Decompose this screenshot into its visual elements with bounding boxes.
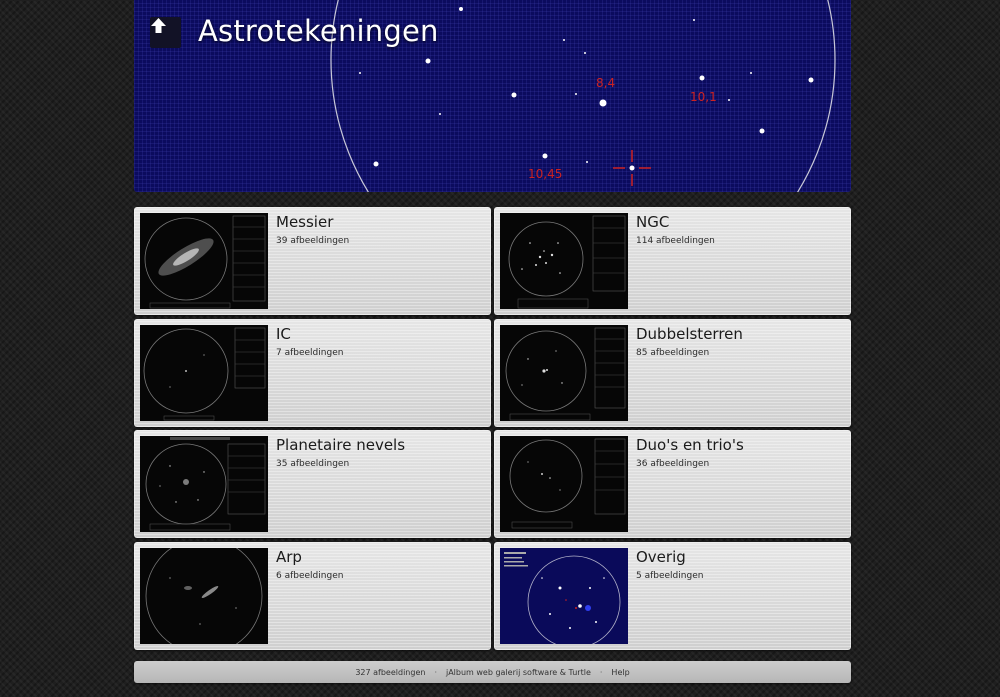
album-card-ngc[interactable]: NGC 114 afbeeldingen: [494, 207, 851, 315]
album-thumbnail[interactable]: [140, 325, 268, 421]
album-card-arp[interactable]: Arp 6 afbeeldingen: [134, 542, 491, 650]
album-count: 5 afbeeldingen: [636, 571, 704, 581]
album-thumbnail[interactable]: [500, 213, 628, 309]
footer-credit-link[interactable]: jAlbum web galerij software & Turtle: [446, 668, 591, 677]
album-card-messier[interactable]: Messier 39 afbeeldingen: [134, 207, 491, 315]
album-thumbnail[interactable]: [500, 548, 628, 644]
album-card-overig[interactable]: Overig 5 afbeeldingen: [494, 542, 851, 650]
album-count: 39 afbeeldingen: [276, 236, 350, 246]
footer-separator: ·: [434, 667, 437, 677]
chart-label-magnitude: 10,1: [690, 90, 717, 104]
album-card-planetaire-nevels[interactable]: Planetaire nevels 35 afbeeldingen: [134, 430, 491, 538]
album-thumbnail[interactable]: [500, 436, 628, 532]
album-title[interactable]: Overig: [636, 548, 686, 566]
album-title[interactable]: Duo's en trio's: [636, 436, 744, 454]
album-count: 7 afbeeldingen: [276, 348, 344, 358]
album-count: 114 afbeeldingen: [636, 236, 715, 246]
album-title[interactable]: Planetaire nevels: [276, 436, 405, 454]
album-count: 6 afbeeldingen: [276, 571, 344, 581]
album-title[interactable]: Arp: [276, 548, 302, 566]
footer-total: 327 afbeeldingen: [355, 667, 426, 677]
album-title[interactable]: Dubbelsterren: [636, 325, 743, 343]
chart-label-magnitude: 8,4: [596, 76, 616, 90]
chart-label-magnitude: 10,45: [528, 167, 563, 181]
album-title[interactable]: NGC: [636, 213, 669, 231]
page-title: Astrotekeningen: [198, 14, 439, 48]
album-thumbnail[interactable]: [140, 548, 268, 644]
album-card-duos-en-trios[interactable]: Duo's en trio's 36 afbeeldingen: [494, 430, 851, 538]
footer-help-link[interactable]: Help: [611, 668, 629, 677]
album-card-ic[interactable]: IC 7 afbeeldingen: [134, 319, 491, 427]
header-banner: Astrotekeningen 8,4 10,1 10,45: [134, 0, 851, 192]
album-count: 35 afbeeldingen: [276, 459, 350, 469]
album-card-dubbelsterren[interactable]: Dubbelsterren 85 afbeeldingen: [494, 319, 851, 427]
album-thumbnail[interactable]: [500, 325, 628, 421]
album-thumbnail[interactable]: [140, 436, 268, 532]
up-button[interactable]: [150, 17, 181, 48]
album-thumbnail[interactable]: [140, 213, 268, 309]
footer-separator: ·: [599, 667, 603, 677]
footer: 327 afbeeldingen · jAlbum web galerij so…: [134, 661, 851, 683]
album-title[interactable]: Messier: [276, 213, 333, 231]
album-count: 85 afbeeldingen: [636, 348, 710, 358]
album-title[interactable]: IC: [276, 325, 291, 343]
arrow-up-icon: [151, 18, 166, 33]
album-count: 36 afbeeldingen: [636, 459, 710, 469]
